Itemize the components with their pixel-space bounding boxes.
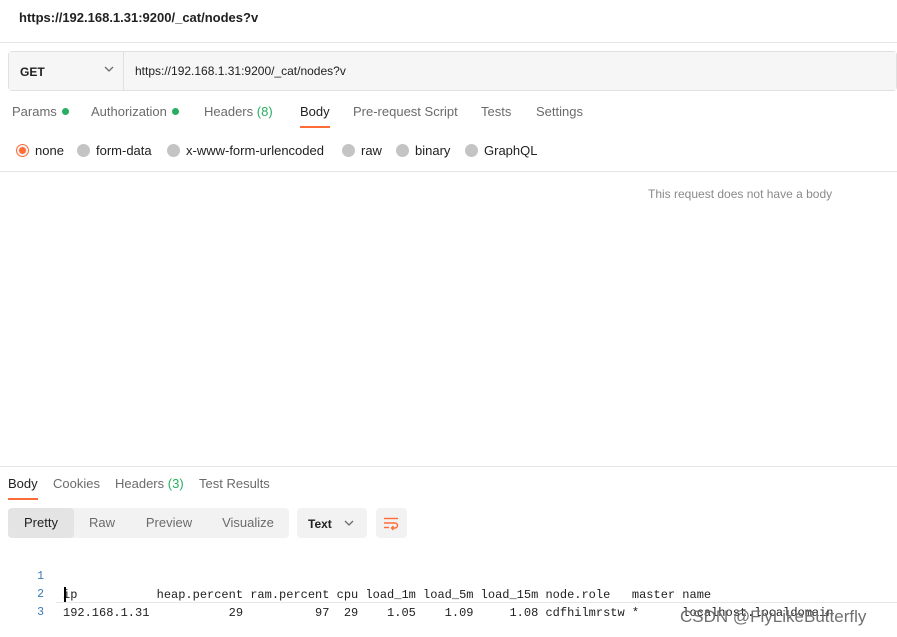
tab-params[interactable]: Params bbox=[12, 104, 69, 119]
response-tab-headers[interactable]: Headers (3) bbox=[115, 476, 184, 491]
response-tab-body[interactable]: Body bbox=[8, 476, 38, 500]
response-body[interactable]: 1 ip heap.percent ram.percent cpu load_1… bbox=[0, 550, 897, 620]
format-label: Text bbox=[308, 517, 332, 531]
request-tabs: Params Authorization Headers (8) Body Pr… bbox=[0, 104, 897, 128]
response-tab-cookies[interactable]: Cookies bbox=[53, 476, 100, 491]
code-bottom-border bbox=[56, 602, 897, 603]
request-body-divider bbox=[0, 171, 897, 172]
chevron-down-icon bbox=[104, 66, 114, 72]
chevron-down-icon bbox=[344, 520, 354, 526]
tab-settings-label: Settings bbox=[536, 104, 583, 119]
response-pane-divider[interactable] bbox=[0, 466, 897, 467]
tab-authorization[interactable]: Authorization bbox=[91, 104, 179, 119]
title-bar: https://192.168.1.31:9200/_cat/nodes?v bbox=[0, 0, 897, 43]
radio-icon[interactable] bbox=[465, 144, 478, 157]
view-pretty-button[interactable]: Pretty bbox=[8, 508, 74, 538]
wrap-lines-button[interactable] bbox=[376, 508, 407, 538]
format-select[interactable]: Text bbox=[297, 508, 367, 538]
tab-pre-request-script-label: Pre-request Script bbox=[353, 104, 458, 119]
code-line: 2 192.168.1.31 29 97 29 1.05 1.09 1.08 c… bbox=[0, 568, 897, 620]
tab-headers[interactable]: Headers (8) bbox=[204, 104, 273, 119]
wrap-lines-icon bbox=[384, 517, 399, 531]
headers-count: (8) bbox=[256, 104, 273, 119]
body-type-form-data[interactable]: form-data bbox=[77, 143, 152, 158]
method-select[interactable]: GET bbox=[9, 52, 124, 90]
radio-icon[interactable] bbox=[396, 144, 409, 157]
request-title: https://192.168.1.31:9200/_cat/nodes?v bbox=[19, 10, 259, 25]
response-tab-headers-label: Headers bbox=[115, 476, 165, 491]
view-visualize-button[interactable]: Visualize bbox=[210, 508, 286, 538]
body-type-graphql[interactable]: GraphQL bbox=[465, 143, 537, 158]
body-type-urlencoded[interactable]: x-www-form-urlencoded bbox=[167, 143, 324, 158]
text-cursor bbox=[64, 587, 66, 603]
radio-icon[interactable] bbox=[77, 144, 90, 157]
tab-params-label: Params bbox=[12, 104, 57, 119]
body-type-raw-label: raw bbox=[361, 143, 382, 158]
tab-body-label: Body bbox=[300, 104, 330, 119]
body-type-graphql-label: GraphQL bbox=[484, 143, 538, 158]
tab-authorization-label: Authorization bbox=[91, 104, 167, 119]
tab-tests-label: Tests bbox=[481, 104, 512, 119]
radio-selected-icon[interactable] bbox=[16, 144, 29, 157]
line-number: 3 bbox=[37, 606, 44, 619]
tab-headers-label: Headers bbox=[204, 104, 254, 119]
code-line: 1 ip heap.percent ram.percent cpu load_1… bbox=[0, 550, 897, 602]
body-type-options: none form-data x-www-form-urlencoded raw… bbox=[16, 143, 876, 161]
authorization-status-dot-icon bbox=[171, 108, 179, 115]
no-body-message: This request does not have a body bbox=[648, 187, 833, 201]
tab-tests[interactable]: Tests bbox=[481, 104, 511, 119]
radio-icon[interactable] bbox=[167, 144, 180, 157]
view-preview-button[interactable]: Preview bbox=[134, 508, 204, 538]
body-type-none-label: none bbox=[35, 143, 64, 158]
params-status-dot-icon bbox=[61, 108, 69, 115]
response-tab-test-results[interactable]: Test Results bbox=[199, 476, 270, 491]
view-raw-button[interactable]: Raw bbox=[74, 508, 130, 538]
watermark: CSDN @FlyLikeButterfly bbox=[680, 607, 867, 626]
response-tab-cookies-label: Cookies bbox=[53, 476, 100, 491]
response-tab-test-results-label: Test Results bbox=[199, 476, 270, 491]
body-type-urlencoded-label: x-www-form-urlencoded bbox=[186, 143, 324, 158]
body-type-form-data-label: form-data bbox=[96, 143, 152, 158]
url-input[interactable] bbox=[124, 52, 896, 90]
response-tab-body-label: Body bbox=[8, 476, 38, 491]
tab-pre-request-script[interactable]: Pre-request Script bbox=[353, 104, 458, 119]
body-type-none[interactable]: none bbox=[16, 143, 64, 158]
body-type-raw[interactable]: raw bbox=[342, 143, 382, 158]
body-type-binary-label: binary bbox=[415, 143, 451, 158]
tab-settings[interactable]: Settings bbox=[536, 104, 583, 119]
body-type-binary[interactable]: binary bbox=[396, 143, 450, 158]
tab-body[interactable]: Body bbox=[300, 104, 330, 128]
radio-icon[interactable] bbox=[342, 144, 355, 157]
view-mode-group: Pretty Raw Preview Visualize bbox=[8, 508, 289, 538]
method-label: GET bbox=[20, 65, 45, 79]
response-tabs: Body Cookies Headers (3) Test Results bbox=[0, 476, 897, 500]
response-headers-count: (3) bbox=[167, 476, 184, 491]
url-bar: GET bbox=[8, 51, 897, 91]
